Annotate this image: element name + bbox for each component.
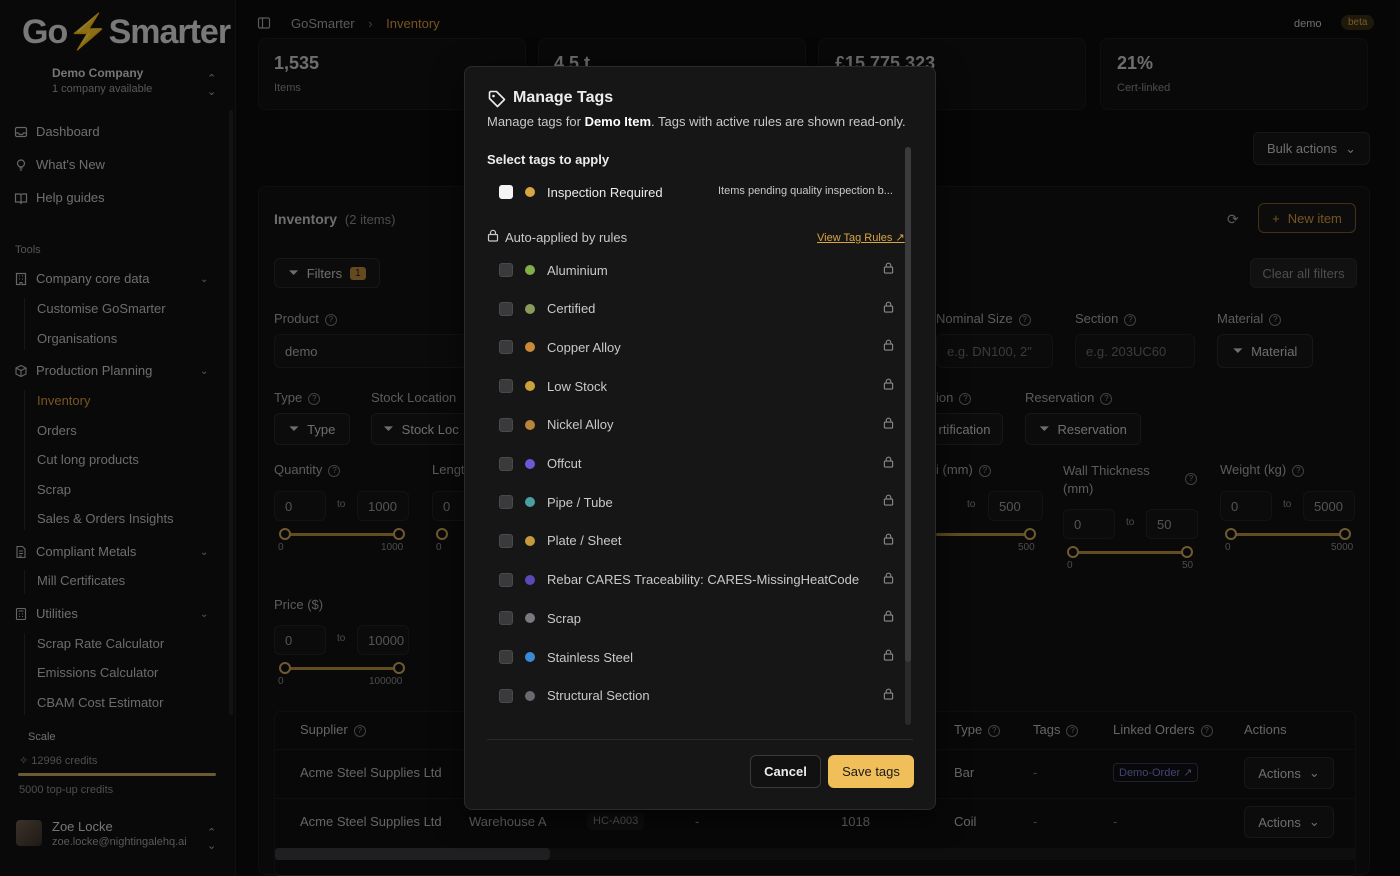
lock-icon: [883, 339, 894, 354]
tag-option-readonly: Certified: [499, 298, 909, 320]
tag-color-dot: [525, 690, 535, 701]
lock-icon: [883, 301, 894, 316]
tag-color-dot: [525, 613, 535, 624]
tag-name: Certified: [547, 301, 596, 317]
lock-icon: [883, 572, 894, 587]
tag-name: Low Stock: [547, 378, 607, 394]
tag-color-dot: [525, 535, 535, 546]
divider: [487, 739, 913, 740]
manage-tags-dialog: Manage Tags Manage tags for Demo Item. T…: [464, 66, 936, 810]
tag-option-readonly: Scrap: [499, 607, 909, 629]
tag-checkbox: [499, 572, 513, 587]
tag-icon: [487, 89, 507, 114]
view-tag-rules-link[interactable]: View Tag Rules ↗: [817, 231, 905, 244]
tag-color-dot: [525, 303, 535, 314]
save-tags-button[interactable]: Save tags: [828, 755, 914, 788]
tag-name: Pipe / Tube: [547, 494, 613, 510]
tag-color-dot: [525, 381, 535, 392]
auto-applied-label: Auto-applied by rules: [505, 229, 628, 245]
tag-option-readonly: Structural Section: [499, 685, 909, 707]
tag-checkbox: [499, 533, 513, 548]
dialog-desc-post: . Tags with active rules are shown read-…: [651, 114, 906, 129]
tag-checkbox: [499, 650, 513, 664]
tag-name: Plate / Sheet: [547, 533, 622, 549]
lock-icon: [487, 229, 499, 245]
lock-icon: [883, 688, 894, 703]
tag-option-readonly: Nickel Alloy: [499, 414, 909, 436]
dialog-description: Manage tags for Demo Item. Tags with act…: [487, 114, 906, 129]
view-tag-rules-label: View Tag Rules: [817, 232, 893, 244]
tag-option-readonly: Rebar CARES Traceability: CARES-MissingH…: [499, 569, 909, 591]
tag-option-readonly: Stainless Steel: [499, 646, 909, 668]
tag-checkbox: [499, 417, 513, 432]
lock-icon: [883, 649, 894, 664]
dialog-desc-item: Demo Item: [584, 114, 652, 129]
dialog-title: Manage Tags: [513, 89, 614, 106]
tag-color-dot: [525, 265, 535, 275]
tag-checkbox: [499, 495, 513, 510]
tag-option-readonly: Pipe / Tube: [499, 491, 909, 513]
auto-applied-heading: Auto-applied by rules: [487, 229, 627, 245]
lock-icon: [883, 494, 894, 509]
lock-icon: [883, 456, 894, 471]
lock-icon: [883, 533, 894, 548]
tag-checkbox: [499, 340, 513, 355]
tag-checkbox: [499, 301, 513, 316]
tag-name: Nickel Alloy: [547, 417, 614, 433]
dialog-desc-pre: Manage tags for: [487, 114, 585, 129]
tag-name: Rebar CARES Traceability: CARES-MissingH…: [547, 572, 860, 588]
tag-color-dot: [525, 497, 535, 508]
tag-checkbox: [499, 611, 513, 626]
tag-name: Inspection Required: [547, 184, 663, 200]
tag-option-inspection-required[interactable]: Inspection Required Items pending qualit…: [499, 181, 909, 203]
tag-checkbox: [499, 688, 513, 703]
tag-name: Scrap: [547, 610, 581, 626]
tag-option-readonly: Aluminium: [499, 259, 909, 281]
tag-checkbox: [499, 456, 513, 471]
tag-color-dot: [525, 187, 535, 197]
tag-name: Aluminium: [547, 262, 608, 278]
tag-description: Items pending quality inspection b...: [718, 185, 893, 197]
tag-color-dot: [525, 419, 535, 430]
lock-icon: [883, 262, 894, 277]
tag-option-readonly: Copper Alloy: [499, 336, 909, 358]
lock-icon: [883, 378, 894, 393]
tag-checkbox: [499, 263, 513, 277]
tag-color-dot: [525, 342, 535, 353]
lock-icon: [883, 417, 894, 432]
lock-icon: [883, 610, 894, 625]
tag-color-dot: [525, 458, 535, 469]
tag-option-readonly: Offcut: [499, 453, 909, 475]
tag-checkbox[interactable]: [499, 185, 513, 199]
tag-name: Copper Alloy: [547, 339, 621, 355]
tag-checkbox: [499, 379, 513, 394]
tag-name: Structural Section: [547, 688, 650, 704]
tag-color-dot: [525, 574, 535, 585]
dialog-scrollbar-thumb[interactable]: [905, 147, 911, 662]
external-link-icon: ↗: [895, 232, 905, 244]
tag-color-dot: [525, 652, 535, 662]
tag-option-readonly: Low Stock: [499, 375, 909, 397]
cancel-button[interactable]: Cancel: [750, 755, 821, 788]
select-tags-heading: Select tags to apply: [487, 152, 610, 167]
tag-name: Offcut: [547, 456, 582, 471]
tag-option-readonly: Plate / Sheet: [499, 530, 909, 552]
tag-name: Stainless Steel: [547, 649, 633, 665]
